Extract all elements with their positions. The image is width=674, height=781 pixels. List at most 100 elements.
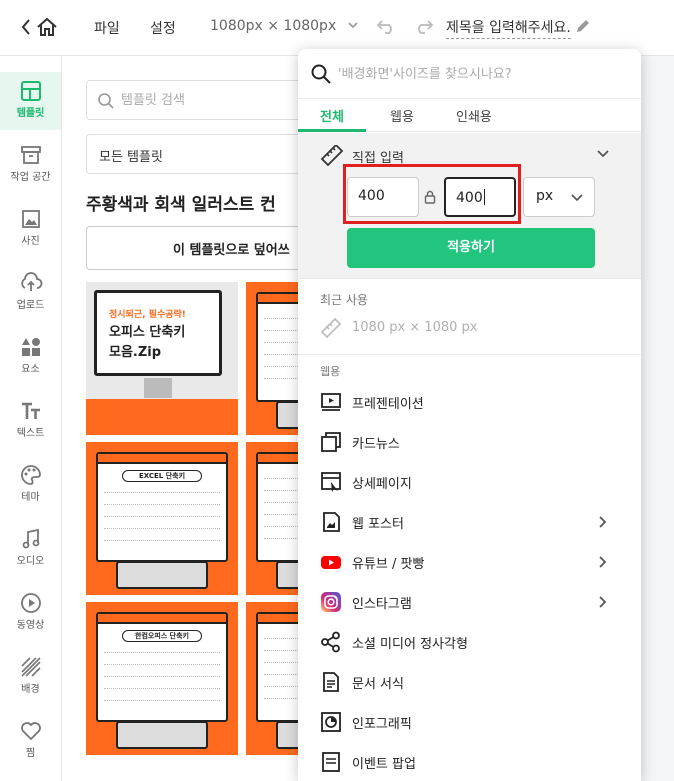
- infographic-icon: [321, 712, 341, 732]
- window-illustration: 한컴오피스 단축키: [96, 612, 228, 722]
- thumb-title: 한컴오피스 단축키: [122, 630, 202, 642]
- back-chevron-icon[interactable]: [20, 17, 32, 41]
- popup-icon: [322, 752, 340, 772]
- category-label: 유튜브 / 팟빵: [352, 557, 425, 572]
- recent-size-item[interactable]: 1080 px × 1080 px: [320, 317, 620, 341]
- heart-icon: [20, 722, 41, 741]
- size-tabs: 전체 웹용 인쇄용: [298, 99, 641, 132]
- rail-label: 오디오: [16, 556, 45, 567]
- redo-icon[interactable]: [414, 17, 434, 39]
- presentation-icon: [321, 393, 341, 411]
- category-label: 프레젠테이션: [352, 397, 424, 412]
- template-search-input[interactable]: [121, 89, 321, 111]
- monitor-illustration: 정시퇴근, 필수공략! 오피스 단축키 모음.Zip: [94, 290, 222, 376]
- rail-item-background[interactable]: 배경: [0, 648, 61, 706]
- rail-label: 찜: [25, 748, 36, 759]
- canvas-size-dropdown: 전체 웹용 인쇄용 직접 입력 400 400 px 적용하기 최근 사용 10…: [298, 49, 641, 781]
- rail-label: 요소: [21, 364, 40, 375]
- size-search[interactable]: [298, 49, 641, 99]
- category-item-youtube[interactable]: 유튜브 / 팟빵: [298, 545, 641, 577]
- rail-label: 작업 공간: [10, 172, 51, 183]
- menu-file[interactable]: 파일: [94, 18, 120, 38]
- rail-label: 동영상: [16, 620, 45, 631]
- size-search-input[interactable]: [338, 63, 618, 85]
- rail-item-photo[interactable]: 사진: [0, 200, 61, 258]
- pencil-icon[interactable]: [574, 17, 592, 39]
- hero-line-1: 정시퇴근, 필수공략!: [109, 310, 186, 320]
- unit-select[interactable]: px: [523, 177, 595, 217]
- tab-print[interactable]: 인쇄용: [456, 106, 492, 125]
- custom-size-section: 직접 입력 400 400 px 적용하기: [298, 133, 641, 279]
- recent-header: 최근 사용: [320, 293, 368, 307]
- cards-icon: [321, 432, 341, 452]
- category-label: 이벤트 팝업: [352, 757, 416, 772]
- apply-size-button[interactable]: 적용하기: [347, 228, 595, 268]
- tab-all[interactable]: 전체: [320, 106, 344, 125]
- instagram-icon: [321, 592, 341, 612]
- category-item-document[interactable]: 문서 서식: [298, 665, 641, 697]
- undo-icon[interactable]: [376, 17, 396, 39]
- youtube-icon: [321, 556, 341, 569]
- category-label: 상세페이지: [352, 477, 412, 492]
- left-rail: 템플릿 작업 공간 사진 업로드 요소 텍스트 테마 오디오 동영상 배경 찜: [0, 56, 62, 781]
- tab-web[interactable]: 웹용: [390, 106, 414, 125]
- keyboard-illustration: [116, 721, 208, 749]
- palette-icon: [20, 465, 41, 485]
- top-bar: 파일 설정 1080px × 1080px 제목을 입력해주세요.: [0, 0, 674, 56]
- rail-item-upload[interactable]: 업로드: [0, 264, 61, 322]
- play-circle-icon: [20, 593, 41, 613]
- template-icon: [20, 81, 41, 101]
- detail-page-icon: [321, 472, 341, 492]
- category-label: 인스타그램: [352, 597, 412, 612]
- rail-item-workspace[interactable]: 작업 공간: [0, 136, 61, 194]
- monitor-stand: [144, 378, 172, 398]
- thumb-title: EXCEL 단축키: [122, 470, 202, 482]
- chevron-right-icon: [599, 596, 607, 608]
- category-item-event-popup[interactable]: 이벤트 팝업: [298, 745, 641, 777]
- document-title[interactable]: 제목을 입력해주세요.: [446, 17, 571, 39]
- hero-line-2: 오피스 단축키: [109, 321, 186, 340]
- rail-item-audio[interactable]: 오디오: [0, 520, 61, 578]
- search-icon: [98, 93, 114, 109]
- rail-label: 업로드: [16, 300, 45, 311]
- rail-label: 텍스트: [16, 428, 45, 439]
- template-thumbnail[interactable]: EXCEL 단축키: [86, 442, 238, 595]
- template-thumbnail[interactable]: 한컴오피스 단축키: [86, 602, 238, 755]
- highlight-box: [343, 164, 521, 224]
- chevron-down-icon[interactable]: [596, 149, 610, 159]
- text-icon: [21, 402, 40, 419]
- music-note-icon: [22, 528, 39, 549]
- template-title: 주황색과 회색 일러스트 컨: [86, 195, 276, 215]
- category-item-presentation[interactable]: 프레젠테이션: [298, 385, 641, 417]
- rail-label: 테마: [21, 492, 40, 503]
- rail-item-theme[interactable]: 테마: [0, 456, 61, 514]
- canvas-size-selector[interactable]: 1080px × 1080px: [210, 18, 359, 34]
- category-item-web-poster[interactable]: 웹 포스터: [298, 505, 641, 537]
- chevron-down-icon: [348, 22, 358, 29]
- hero-line-3: 모음.Zip: [109, 345, 162, 360]
- category-item-cardnews[interactable]: 카드뉴스: [298, 425, 641, 457]
- poster-icon: [323, 512, 340, 532]
- category-header: 웹용: [320, 365, 341, 378]
- category-label: 인포그래픽: [352, 717, 412, 732]
- unit-value: px: [536, 188, 554, 204]
- category-item-social-square[interactable]: 소셜 미디어 정사각형: [298, 625, 641, 657]
- background-pattern-icon: [20, 657, 41, 677]
- chevron-down-icon: [571, 194, 583, 202]
- menu-settings[interactable]: 설정: [150, 18, 176, 38]
- rail-item-video[interactable]: 동영상: [0, 584, 61, 642]
- template-thumbnail[interactable]: 정시퇴근, 필수공략! 오피스 단축키 모음.Zip: [86, 282, 238, 435]
- chevron-right-icon: [599, 516, 607, 528]
- category-item-infographic[interactable]: 인포그래픽: [298, 705, 641, 737]
- rail-item-text[interactable]: 텍스트: [0, 392, 61, 450]
- category-item-detail-page[interactable]: 상세페이지: [298, 465, 641, 497]
- category-item-instagram[interactable]: 인스타그램: [298, 585, 641, 617]
- chevron-right-icon: [599, 556, 607, 568]
- rail-item-favorites[interactable]: 찜: [0, 712, 61, 770]
- divider: [298, 354, 641, 355]
- home-icon[interactable]: [36, 17, 58, 41]
- rail-item-template[interactable]: 템플릿: [0, 72, 61, 130]
- search-icon: [311, 64, 331, 84]
- rail-label: 템플릿: [16, 108, 45, 119]
- rail-item-elements[interactable]: 요소: [0, 328, 61, 386]
